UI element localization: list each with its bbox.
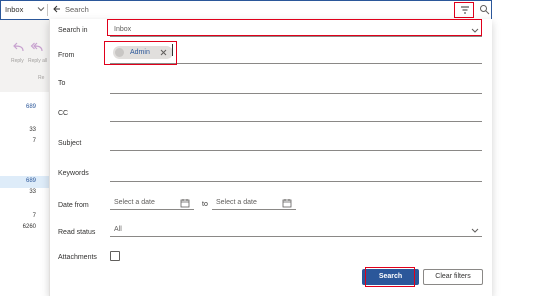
- reply-all-icon[interactable]: [30, 41, 44, 53]
- search-in-value: Inbox: [114, 26, 132, 33]
- chevron-down-icon[interactable]: [37, 4, 45, 14]
- ribbon-group-label: Re: [38, 75, 45, 81]
- search-bar[interactable]: Inbox Search: [0, 0, 492, 20]
- read-status-dropdown[interactable]: All: [110, 224, 482, 237]
- divider: [47, 4, 48, 16]
- chevron-down-icon: [471, 28, 479, 33]
- folder-count: 689: [25, 104, 36, 110]
- calendar-icon: [282, 199, 292, 208]
- start-date-picker[interactable]: Select a date: [110, 197, 194, 210]
- end-date-placeholder: Select a date: [216, 199, 257, 206]
- attachments-label: Attachments: [58, 254, 97, 261]
- attachments-checkbox[interactable]: [110, 251, 120, 261]
- to-label: To: [58, 80, 66, 87]
- filter-icon[interactable]: [458, 4, 472, 16]
- calendar-icon: [180, 199, 190, 208]
- ribbon-background: [0, 20, 52, 92]
- search-input[interactable]: Search: [65, 5, 89, 14]
- search-in-label: Search in: [58, 27, 88, 34]
- folder-count: 689: [25, 178, 36, 184]
- to-field[interactable]: [110, 93, 482, 94]
- subject-field[interactable]: [110, 150, 482, 151]
- reply-icon[interactable]: [11, 41, 25, 53]
- back-arrow-icon[interactable]: [52, 3, 62, 15]
- from-field[interactable]: [110, 63, 482, 64]
- left-column: Reply Reply all Re 689 33 7 689 33 7 626…: [0, 20, 52, 296]
- start-date-placeholder: Select a date: [114, 199, 155, 206]
- search-in-dropdown[interactable]: Inbox: [110, 23, 482, 37]
- end-date-picker[interactable]: Select a date: [212, 197, 296, 210]
- folder-count: 7: [32, 138, 36, 144]
- from-label: From: [58, 52, 75, 59]
- search-scope-folder[interactable]: Inbox: [5, 5, 23, 14]
- read-status-value: All: [114, 226, 122, 233]
- clear-filters-button[interactable]: Clear filters: [423, 269, 483, 285]
- keywords-label: Keywords: [58, 170, 89, 177]
- date-from-label: Date from: [58, 202, 89, 209]
- search-button[interactable]: Search: [362, 269, 419, 285]
- cc-label: CC: [58, 110, 69, 117]
- subject-label: Subject: [58, 140, 82, 147]
- chevron-down-icon: [471, 228, 479, 233]
- advanced-search-panel: Search in Inbox From Admin To CC Subject…: [49, 19, 492, 296]
- contact-name: Admin: [130, 49, 150, 56]
- folder-count: 6260: [22, 224, 36, 230]
- folder-count: 7: [32, 213, 36, 219]
- date-range-connector: to: [202, 201, 208, 208]
- read-status-label: Read status: [58, 229, 96, 236]
- close-icon[interactable]: [159, 48, 168, 57]
- cc-field[interactable]: [110, 121, 482, 122]
- from-contact-chip[interactable]: Admin: [113, 46, 173, 59]
- folder-count: 33: [29, 189, 36, 195]
- avatar: [115, 48, 124, 57]
- search-icon[interactable]: [479, 4, 490, 15]
- text-caret: [172, 44, 173, 56]
- keywords-field[interactable]: [110, 181, 482, 182]
- reply-all-label: Reply all: [28, 58, 48, 64]
- folder-count: 33: [29, 127, 36, 133]
- reply-label: Reply: [11, 58, 24, 64]
